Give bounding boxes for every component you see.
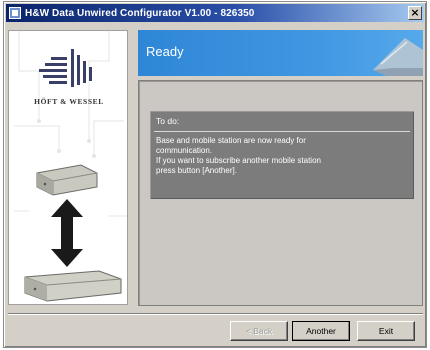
todo-heading: To do: [156, 116, 180, 126]
hw-logo-icon [39, 49, 92, 87]
todo-line: press button [Another]. [156, 166, 237, 175]
app-icon [9, 7, 21, 19]
todo-line: Base and mobile station are now ready fo… [156, 136, 306, 145]
illustration-panel: HÖFT & WESSEL [8, 30, 128, 305]
header-banner: Ready [138, 30, 423, 76]
todo-box: To do: Base and mobile station are now r… [150, 111, 414, 199]
close-button[interactable]: × [408, 6, 422, 20]
todo-divider [154, 131, 410, 132]
brand-name: HÖFT & WESSEL [34, 97, 104, 106]
todo-line: communication. [156, 146, 213, 155]
todo-line: If you want to subscribe another mobile … [156, 156, 321, 165]
title-bar[interactable]: H&W Data Unwired Configurator V1.00 - 82… [6, 4, 424, 22]
mobile-station-icon [24, 270, 122, 302]
window-title: H&W Data Unwired Configurator V1.00 - 82… [25, 7, 255, 19]
page-title: Ready [146, 44, 184, 59]
base-station-icon [36, 164, 98, 196]
exit-button[interactable]: Exit [357, 321, 415, 341]
double-arrow-icon [51, 199, 83, 267]
content-area: To do: Base and mobile station are now r… [138, 80, 423, 306]
device-graphic-icon [373, 38, 423, 76]
back-button[interactable]: < Back [230, 321, 288, 341]
todo-instructions: Base and mobile station are now ready fo… [156, 136, 406, 176]
another-button[interactable]: Another [292, 321, 350, 341]
footer-divider [8, 313, 423, 315]
